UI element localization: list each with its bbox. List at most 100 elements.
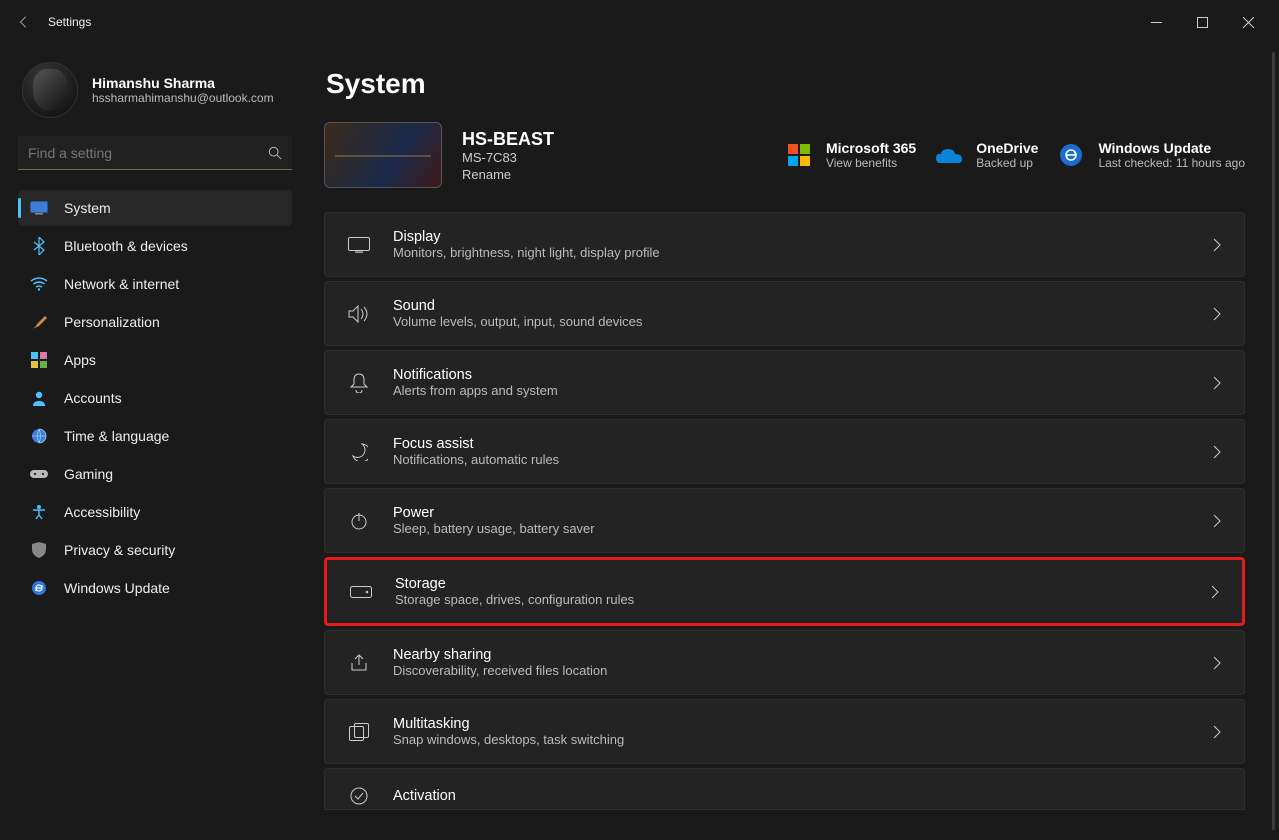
bell-icon xyxy=(347,371,371,395)
device-header: HS-BEAST MS-7C83 Rename Microsoft 365 Vi… xyxy=(324,122,1245,188)
nav-item-accounts[interactable]: Accounts xyxy=(18,380,292,416)
multitask-icon xyxy=(347,720,371,744)
nav-label: Accessibility xyxy=(64,504,140,520)
nav-label: Windows Update xyxy=(64,580,170,596)
row-activation[interactable]: Activation xyxy=(324,768,1245,810)
device-model: MS-7C83 xyxy=(462,150,612,165)
nav-label: Network & internet xyxy=(64,276,179,292)
search-box[interactable] xyxy=(18,136,292,170)
display-icon xyxy=(347,233,371,257)
quicklink-subtitle: Last checked: 11 hours ago xyxy=(1098,156,1245,170)
windows-update-icon xyxy=(1058,142,1084,168)
account-email: hssharmahimanshu@outlook.com xyxy=(92,91,274,105)
update-icon xyxy=(30,579,48,597)
nav-label: Privacy & security xyxy=(64,542,175,558)
nav-item-network[interactable]: Network & internet xyxy=(18,266,292,302)
accessibility-icon xyxy=(30,503,48,521)
person-icon xyxy=(30,389,48,407)
shield-icon xyxy=(30,541,48,559)
power-icon xyxy=(347,509,371,533)
row-power[interactable]: PowerSleep, battery usage, battery saver xyxy=(324,488,1245,553)
row-subtitle: Snap windows, desktops, task switching xyxy=(393,732,624,747)
nav-item-apps[interactable]: Apps xyxy=(18,342,292,378)
search-icon xyxy=(268,146,282,160)
nav-item-accessibility[interactable]: Accessibility xyxy=(18,494,292,530)
nav-item-personalization[interactable]: Personalization xyxy=(18,304,292,340)
maximize-button[interactable] xyxy=(1179,6,1225,38)
nav-label: System xyxy=(64,200,111,216)
quicklink-title: OneDrive xyxy=(976,140,1038,156)
quicklink-title: Microsoft 365 xyxy=(826,140,916,156)
row-multitasking[interactable]: MultitaskingSnap windows, desktops, task… xyxy=(324,699,1245,764)
row-subtitle: Discoverability, received files location xyxy=(393,663,607,678)
row-subtitle: Alerts from apps and system xyxy=(393,383,558,398)
nav-item-bluetooth[interactable]: Bluetooth & devices xyxy=(18,228,292,264)
row-subtitle: Notifications, automatic rules xyxy=(393,452,559,467)
chevron-right-icon xyxy=(1212,376,1222,390)
row-notifications[interactable]: NotificationsAlerts from apps and system xyxy=(324,350,1245,415)
close-button[interactable] xyxy=(1225,6,1271,38)
nav-item-gaming[interactable]: Gaming xyxy=(18,456,292,492)
row-focus-assist[interactable]: Focus assistNotifications, automatic rul… xyxy=(324,419,1245,484)
chevron-right-icon xyxy=(1210,585,1220,599)
nav-item-time[interactable]: Time & language xyxy=(18,418,292,454)
quicklink-microsoft365[interactable]: Microsoft 365 View benefits xyxy=(786,140,916,170)
sidebar: Himanshu Sharma hssharmahimanshu@outlook… xyxy=(0,44,310,840)
nav-label: Gaming xyxy=(64,466,113,482)
brush-icon xyxy=(30,313,48,331)
apps-icon xyxy=(30,351,48,369)
chevron-right-icon xyxy=(1212,307,1222,321)
quicklink-update[interactable]: Windows Update Last checked: 11 hours ag… xyxy=(1058,140,1245,170)
nav-label: Personalization xyxy=(64,314,160,330)
gamepad-icon xyxy=(30,465,48,483)
quicklink-title: Windows Update xyxy=(1098,140,1245,156)
microsoft-365-icon xyxy=(786,142,812,168)
quicklink-subtitle: Backed up xyxy=(976,156,1038,170)
nav-item-update[interactable]: Windows Update xyxy=(18,570,292,606)
row-storage[interactable]: StorageStorage space, drives, configurat… xyxy=(324,557,1245,626)
storage-icon xyxy=(349,580,373,604)
desktop-thumbnail xyxy=(324,122,442,188)
share-icon xyxy=(347,651,371,675)
row-subtitle: Storage space, drives, configuration rul… xyxy=(395,592,634,607)
search-input[interactable] xyxy=(28,145,268,161)
row-title: Sound xyxy=(393,298,642,314)
quicklink-subtitle: View benefits xyxy=(826,156,916,170)
onedrive-icon xyxy=(936,142,962,168)
row-title: Display xyxy=(393,229,660,245)
check-icon xyxy=(347,784,371,808)
main-panel: System HS-BEAST MS-7C83 Rename Microsoft… xyxy=(310,44,1279,840)
window-title: Settings xyxy=(48,15,91,29)
row-title: Notifications xyxy=(393,367,558,383)
row-title: Activation xyxy=(393,788,456,804)
moon-icon xyxy=(347,440,371,464)
scrollbar[interactable] xyxy=(1272,52,1275,830)
chevron-right-icon xyxy=(1212,514,1222,528)
minimize-button[interactable] xyxy=(1133,6,1179,38)
account-name: Himanshu Sharma xyxy=(92,75,274,91)
rename-link[interactable]: Rename xyxy=(462,167,612,182)
avatar xyxy=(22,62,78,118)
back-button[interactable] xyxy=(8,6,40,38)
row-sound[interactable]: SoundVolume levels, output, input, sound… xyxy=(324,281,1245,346)
nav-item-privacy[interactable]: Privacy & security xyxy=(18,532,292,568)
row-title: Multitasking xyxy=(393,716,624,732)
row-nearby-sharing[interactable]: Nearby sharingDiscoverability, received … xyxy=(324,630,1245,695)
quicklink-onedrive[interactable]: OneDrive Backed up xyxy=(936,140,1038,170)
row-subtitle: Monitors, brightness, night light, displ… xyxy=(393,245,660,260)
row-display[interactable]: DisplayMonitors, brightness, night light… xyxy=(324,212,1245,277)
nav-label: Accounts xyxy=(64,390,122,406)
nav-label: Time & language xyxy=(64,428,169,444)
account-section[interactable]: Himanshu Sharma hssharmahimanshu@outlook… xyxy=(22,62,292,118)
chevron-right-icon xyxy=(1212,445,1222,459)
clock-globe-icon xyxy=(30,427,48,445)
sound-icon xyxy=(347,302,371,326)
nav-item-system[interactable]: System xyxy=(18,190,292,226)
row-subtitle: Sleep, battery usage, battery saver xyxy=(393,521,595,536)
row-subtitle: Volume levels, output, input, sound devi… xyxy=(393,314,642,329)
chevron-right-icon xyxy=(1212,238,1222,252)
device-name: HS-BEAST xyxy=(462,129,612,150)
page-title: System xyxy=(326,68,1245,100)
chevron-right-icon xyxy=(1212,656,1222,670)
row-title: Storage xyxy=(395,576,634,592)
